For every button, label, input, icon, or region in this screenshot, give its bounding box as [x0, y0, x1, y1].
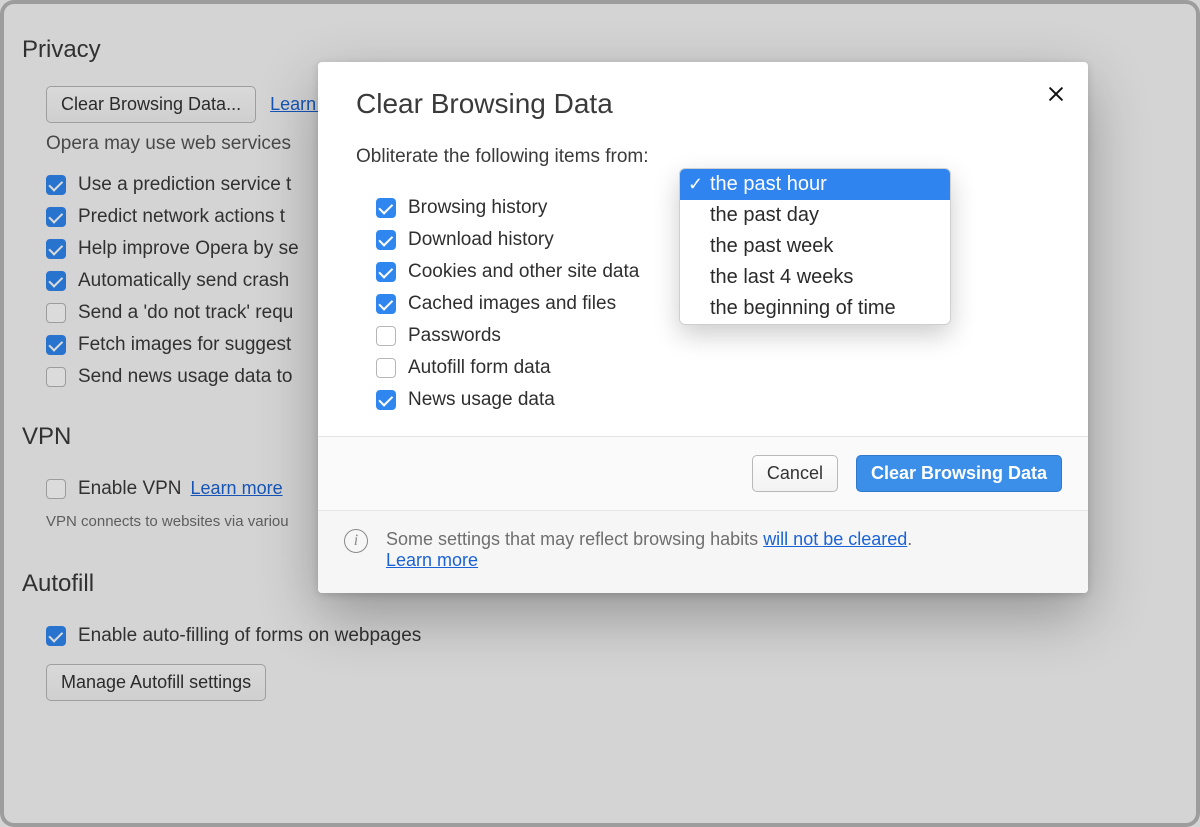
dialog-option-checkbox[interactable] [376, 326, 396, 346]
privacy-option-label: Fetch images for suggest [78, 334, 291, 356]
dialog-option-label: Browsing history [408, 197, 547, 219]
privacy-option-checkbox[interactable] [46, 271, 66, 291]
footnote-text: Some settings that may reflect browsing … [386, 529, 763, 549]
dialog-option-label: Cookies and other site data [408, 261, 639, 283]
time-range-option[interactable]: the last 4 weeks [680, 262, 950, 293]
enable-autofill-checkbox[interactable] [46, 626, 66, 646]
privacy-option-checkbox[interactable] [46, 335, 66, 355]
dialog-option-row: Autofill form data [376, 352, 1050, 384]
privacy-option-label: Send a 'do not track' requ [78, 302, 293, 324]
info-icon: i [344, 529, 368, 553]
time-range-option[interactable]: the past week [680, 231, 950, 262]
will-not-be-cleared-link[interactable]: will not be cleared [763, 529, 907, 549]
dialog-title: Clear Browsing Data [356, 88, 1050, 120]
dialog-option-checkbox[interactable] [376, 198, 396, 218]
dialog-option-label: Autofill form data [408, 357, 551, 379]
privacy-heading: Privacy [22, 36, 1178, 64]
dialog-option-checkbox[interactable] [376, 262, 396, 282]
clear-browsing-data-dialog: Clear Browsing Data Obliterate the follo… [318, 62, 1088, 593]
time-range-option[interactable]: the beginning of time [680, 293, 950, 324]
privacy-option-label: Send news usage data to [78, 366, 292, 388]
time-range-option[interactable]: the past hour [680, 169, 950, 200]
privacy-option-label: Predict network actions t [78, 206, 285, 228]
dialog-option-label: Passwords [408, 325, 501, 347]
close-icon[interactable] [1042, 80, 1070, 108]
dialog-option-checkbox[interactable] [376, 390, 396, 410]
privacy-option-checkbox[interactable] [46, 367, 66, 387]
vpn-learn-more-link[interactable]: Learn more [191, 478, 283, 498]
manage-autofill-button[interactable]: Manage Autofill settings [46, 664, 266, 701]
time-range-dropdown[interactable]: the past hourthe past daythe past weekth… [679, 168, 951, 325]
privacy-option-checkbox[interactable] [46, 207, 66, 227]
privacy-option-label: Automatically send crash [78, 270, 289, 292]
dialog-option-checkbox[interactable] [376, 230, 396, 250]
privacy-option-checkbox[interactable] [46, 175, 66, 195]
enable-vpn-checkbox[interactable] [46, 479, 66, 499]
dialog-option-label: News usage data [408, 389, 555, 411]
privacy-option-checkbox[interactable] [46, 239, 66, 259]
cancel-button[interactable]: Cancel [752, 455, 838, 492]
clear-browsing-data-button[interactable]: Clear Browsing Data... [46, 86, 256, 123]
privacy-option-label: Help improve Opera by se [78, 238, 299, 260]
footnote-suffix: . [907, 529, 912, 549]
dialog-option-row: News usage data [376, 384, 1050, 416]
obliterate-prompt: Obliterate the following items from: [356, 146, 649, 168]
dialog-footer: Cancel Clear Browsing Data [318, 436, 1088, 510]
dialog-footnote: i Some settings that may reflect browsin… [318, 510, 1088, 593]
dialog-option-label: Cached images and files [408, 293, 616, 315]
enable-autofill-label: Enable auto-filling of forms on webpages [78, 625, 421, 647]
dialog-option-label: Download history [408, 229, 554, 251]
privacy-option-checkbox[interactable] [46, 303, 66, 323]
clear-browsing-data-confirm-button[interactable]: Clear Browsing Data [856, 455, 1062, 492]
dialog-option-checkbox[interactable] [376, 358, 396, 378]
footnote-learn-more-link[interactable]: Learn more [386, 550, 478, 570]
dialog-option-checkbox[interactable] [376, 294, 396, 314]
privacy-option-label: Use a prediction service t [78, 174, 291, 196]
enable-vpn-label: Enable VPN [78, 478, 182, 499]
time-range-option[interactable]: the past day [680, 200, 950, 231]
